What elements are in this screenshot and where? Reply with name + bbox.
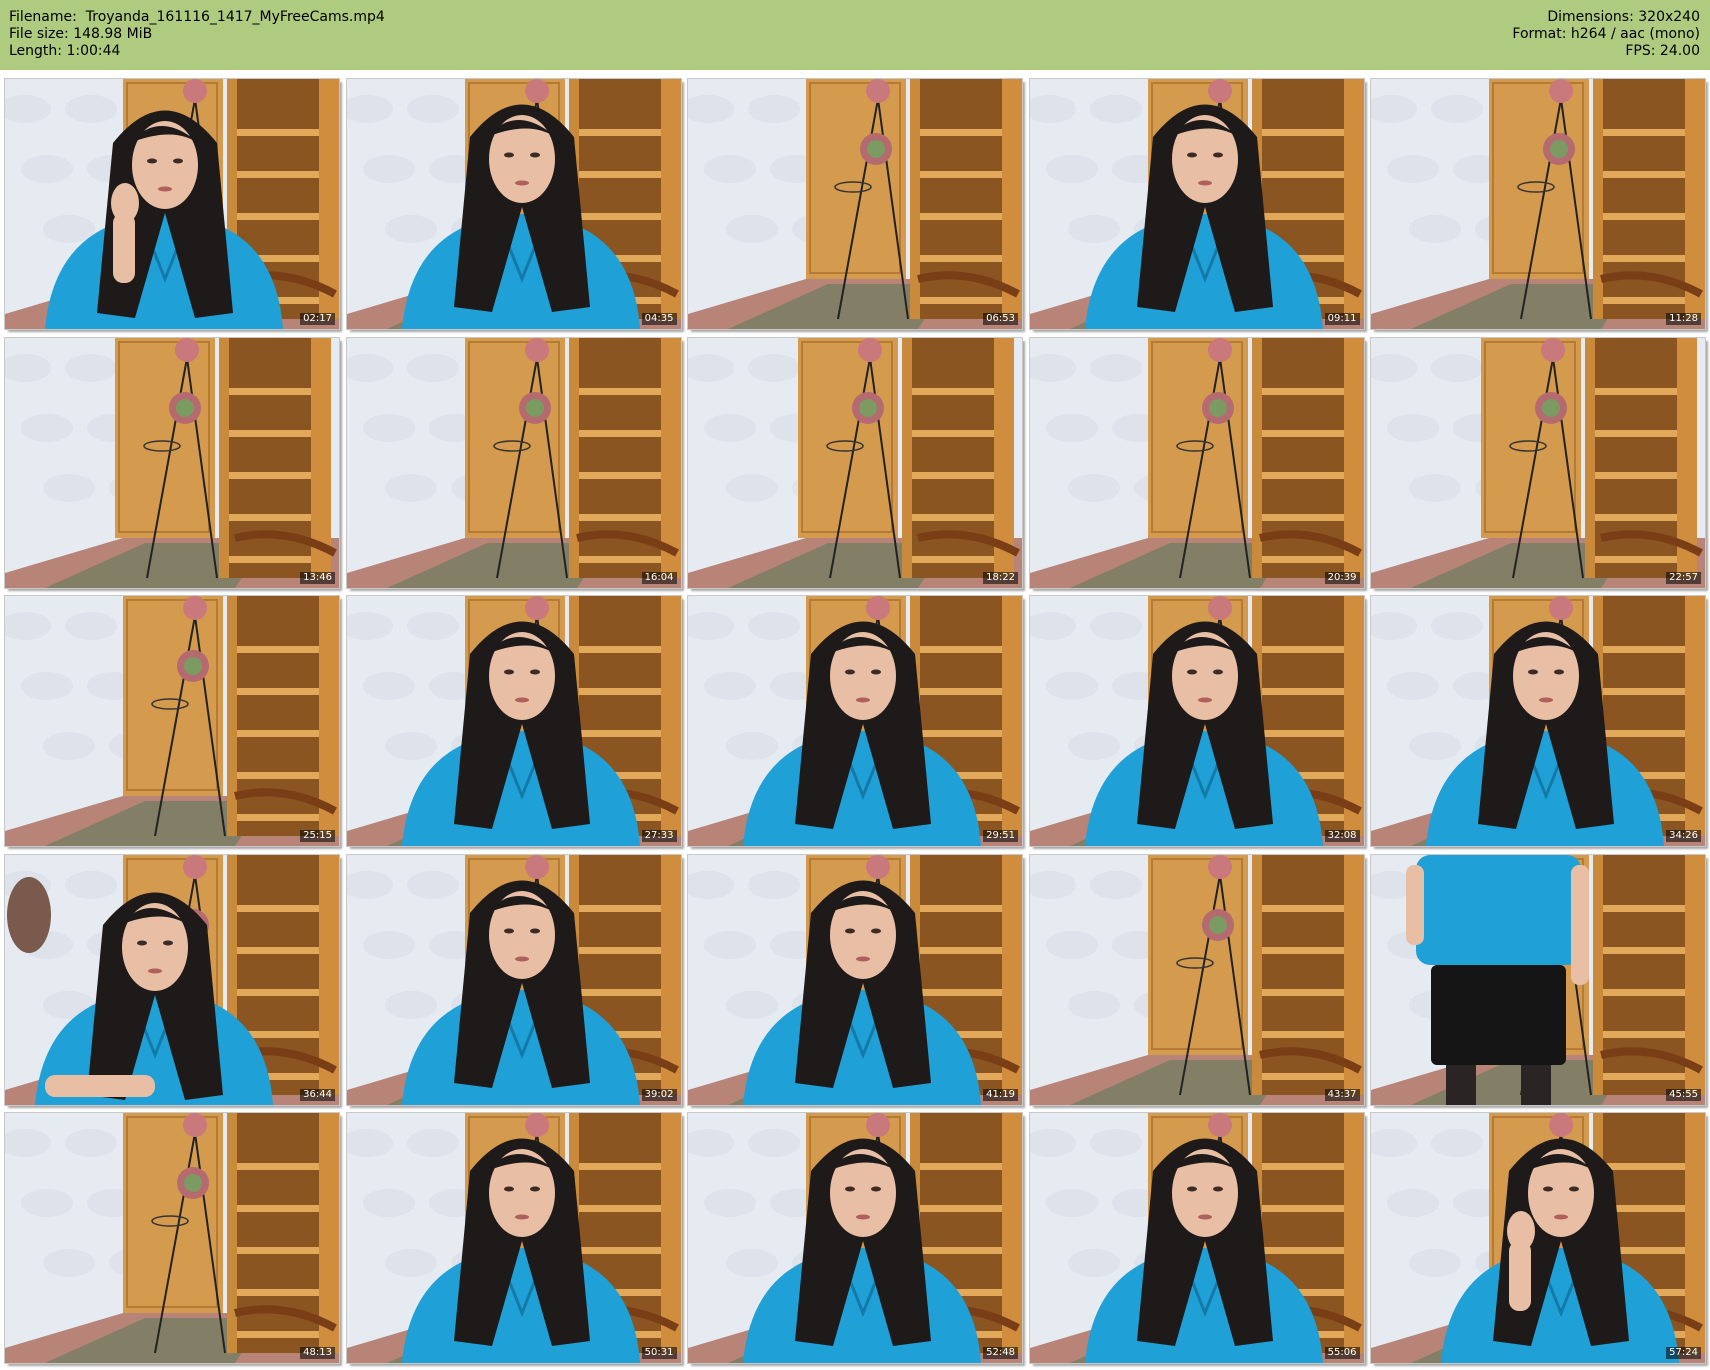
filename-value: Troyanda_161116_1417_MyFreeCams.mp4 (85, 9, 385, 25)
thumbnail-frame: 57:24 (1370, 1112, 1706, 1364)
timestamp-label: 50:31 (641, 1347, 677, 1359)
filesize-value: 148.98 MiB (73, 26, 153, 42)
timestamp-label: 36:44 (300, 1088, 335, 1101)
timestamp-label: 41:19 (983, 1088, 1018, 1101)
timestamp-label: 18:22 (983, 571, 1018, 584)
length-line: Length: 1:00:44 (9, 43, 385, 60)
dimensions-value: 320x240 (1638, 9, 1700, 25)
frame-image (5, 596, 339, 846)
frame-image (1029, 1113, 1364, 1363)
dimensions-line: Dimensions: 320x240 (1512, 9, 1700, 26)
thumbnail-frame: 18:22 (687, 336, 1023, 589)
dimensions-label: Dimensions: (1547, 9, 1634, 25)
frame-image (5, 854, 339, 1105)
thumbnail-frame: 27:33 (345, 595, 682, 847)
thumbnail-frame: 55:06 (1028, 1112, 1365, 1364)
frame-image (688, 596, 1022, 846)
frame-image (5, 79, 339, 329)
frame-image (688, 1113, 1022, 1363)
thumbnail-frame: 48:13 (4, 1112, 340, 1364)
frame-image (346, 596, 681, 846)
filename-line: Filename: Troyanda_161116_1417_MyFreeCam… (9, 9, 385, 26)
thumbnail-frame: 11:28 (1370, 78, 1706, 330)
timestamp-label: 57:24 (1666, 1347, 1701, 1359)
thumbnail-frame: 04:35 (345, 78, 682, 330)
thumbnail-frame: 20:39 (1028, 336, 1365, 589)
timestamp-label: 13:46 (300, 571, 335, 584)
frame-image (5, 1113, 339, 1363)
thumbnail-frame: 22:57 (1370, 336, 1706, 589)
frame-image (1371, 596, 1705, 846)
thumbnail-frame: 29:51 (687, 595, 1023, 847)
timestamp-label: 16:04 (641, 571, 677, 584)
length-label: Length: (9, 43, 63, 59)
timestamp-label: 32:08 (1324, 830, 1360, 842)
thumbnail-frame: 39:02 (345, 853, 682, 1106)
thumbnail-frame: 02:17 (4, 78, 340, 330)
thumbnail-frame: 32:08 (1028, 595, 1365, 847)
fps-line: FPS: 24.00 (1512, 43, 1700, 60)
frame-image (1371, 337, 1705, 588)
timestamp-label: 43:37 (1324, 1088, 1360, 1101)
timestamp-label: 45:55 (1666, 1088, 1701, 1101)
timestamp-label: 04:35 (641, 313, 677, 325)
timestamp-label: 55:06 (1324, 1347, 1360, 1359)
timestamp-label: 52:48 (983, 1347, 1018, 1359)
frame-image (1371, 854, 1705, 1105)
thumbnail-frame: 06:53 (687, 78, 1023, 330)
frame-image (346, 337, 681, 588)
thumbnail-frame: 25:15 (4, 595, 340, 847)
frame-image (1029, 596, 1364, 846)
frame-image (346, 79, 681, 329)
frame-image (688, 337, 1022, 588)
thumbnail-frame: 45:55 (1370, 853, 1706, 1106)
thumbnail-frame: 52:48 (687, 1112, 1023, 1364)
frame-image (1029, 854, 1364, 1105)
thumbnail-grid: 02:17 04:35 06:53 09:11 11:28 13:46 16:04 18:22… (4, 78, 1706, 1364)
timestamp-label: 48:13 (300, 1347, 335, 1359)
thumbnail-frame: 16:04 (345, 336, 682, 589)
info-header: Filename: Troyanda_161116_1417_MyFreeCam… (0, 0, 1710, 70)
timestamp-label: 22:57 (1666, 571, 1701, 584)
thumbnail-frame: 13:46 (4, 336, 340, 589)
frame-image (346, 854, 681, 1105)
fps-label: FPS: (1625, 43, 1656, 59)
timestamp-label: 34:26 (1666, 830, 1701, 842)
frame-image (1029, 79, 1364, 329)
timestamp-label: 29:51 (983, 830, 1018, 842)
timestamp-label: 06:53 (983, 313, 1018, 325)
frame-image (1371, 79, 1705, 329)
format-line: Format: h264 / aac (mono) (1512, 26, 1700, 43)
video-info: Dimensions: 320x240 Format: h264 / aac (… (1512, 9, 1700, 60)
filesize-label: File size: (9, 26, 69, 42)
timestamp-label: 25:15 (300, 830, 335, 842)
filename-label: Filename: (9, 9, 77, 25)
thumbnail-frame: 50:31 (345, 1112, 682, 1364)
timestamp-label: 02:17 (300, 313, 335, 325)
thumbnail-frame: 36:44 (4, 853, 340, 1106)
filesize-line: File size: 148.98 MiB (9, 26, 385, 43)
thumbnail-frame: 41:19 (687, 853, 1023, 1106)
thumbnail-frame: 34:26 (1370, 595, 1706, 847)
frame-image (5, 337, 339, 588)
file-info: Filename: Troyanda_161116_1417_MyFreeCam… (9, 9, 385, 60)
timestamp-label: 27:33 (641, 830, 677, 842)
frame-image (1371, 1113, 1705, 1363)
format-label: Format: (1512, 26, 1567, 42)
length-value: 1:00:44 (66, 43, 121, 59)
fps-value: 24.00 (1659, 43, 1700, 59)
frame-image (346, 1113, 681, 1363)
format-value: h264 / aac (mono) (1570, 26, 1700, 42)
timestamp-label: 11:28 (1666, 313, 1701, 325)
thumbnail-frame: 09:11 (1028, 78, 1365, 330)
timestamp-label: 09:11 (1324, 313, 1360, 325)
frame-image (688, 854, 1022, 1105)
frame-image (1029, 337, 1364, 588)
timestamp-label: 39:02 (641, 1088, 677, 1101)
frame-image (688, 79, 1022, 329)
thumbnail-frame: 43:37 (1028, 853, 1365, 1106)
timestamp-label: 20:39 (1324, 571, 1360, 584)
